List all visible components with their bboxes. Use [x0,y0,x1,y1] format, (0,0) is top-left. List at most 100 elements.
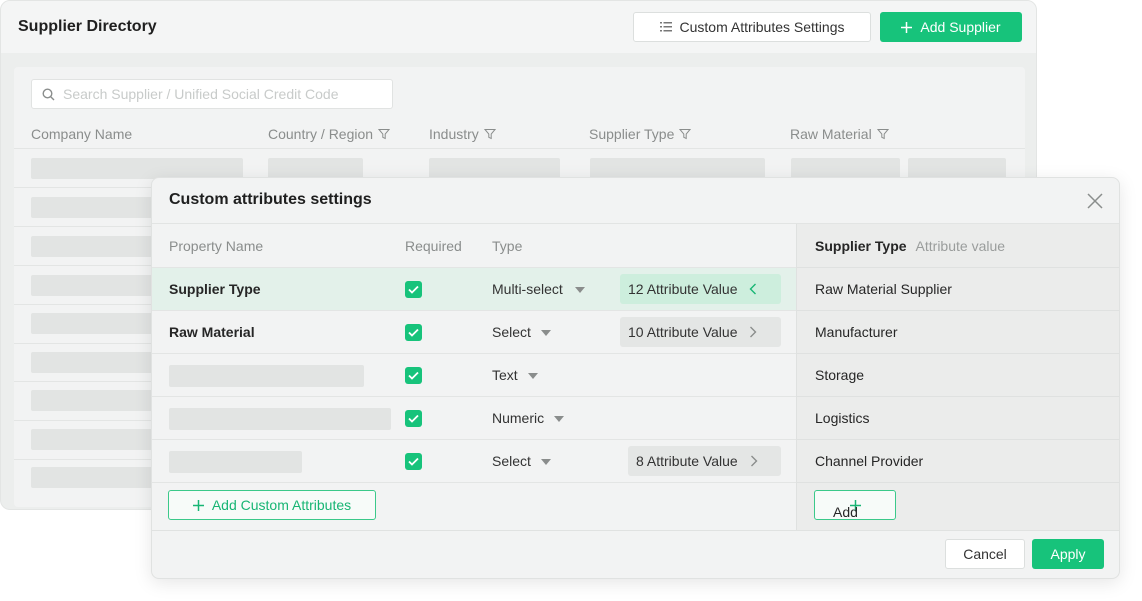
attribute-value-item[interactable]: Channel Provider [797,439,1119,482]
column-header-type: Type [492,238,523,254]
type-value: Select [492,453,531,469]
chevron-left-icon [749,283,757,295]
property-name: Raw Material [169,324,255,340]
search-input[interactable] [63,86,383,102]
chevron-right-icon [750,326,757,338]
search-icon [42,87,55,100]
column-header-supplier-type[interactable]: Supplier Type [589,126,692,142]
type-value: Multi-select [492,281,563,297]
check-icon [408,328,419,337]
attribute-value-button[interactable]: 10 Attribute Value [620,317,781,347]
skeleton-placeholder [31,197,156,218]
attribute-value-item[interactable]: Logistics [797,396,1119,439]
custom-attributes-settings-button[interactable]: Custom Attributes Settings [633,12,871,42]
attribute-value-label: Raw Material Supplier [815,281,952,297]
required-checkbox[interactable] [405,324,422,341]
skeleton-placeholder [31,313,156,334]
property-name: Supplier Type [169,281,261,297]
attribute-value-count: 12 Attribute Value [628,281,738,297]
type-select[interactable]: Numeric [492,410,565,426]
table-row[interactable]: Text [152,353,796,396]
add-row-area: Add Custom Attributes [152,482,796,530]
skeleton-placeholder [31,236,156,257]
column-header-industry[interactable]: Industry [429,126,496,142]
required-checkbox[interactable] [405,281,422,298]
skeleton-placeholder [791,158,900,179]
column-label: Company Name [31,126,133,142]
custom-attributes-settings-label: Custom Attributes Settings [679,19,845,35]
column-header-required: Required [405,238,462,254]
add-supplier-label: Add Supplier [920,19,1001,35]
required-checkbox[interactable] [405,410,422,427]
skeleton-placeholder [31,467,156,488]
add-attribute-value-button[interactable]: Add [814,490,896,520]
modal-title: Custom attributes settings [169,191,372,208]
attribute-value-count: 8 Attribute Value [636,453,738,469]
skeleton-placeholder [429,158,560,179]
caret-down-icon [554,415,565,422]
skeleton-placeholder [31,352,156,373]
skeleton-placeholder [908,158,1006,179]
cancel-button[interactable]: Cancel [945,539,1025,569]
page-title: Supplier Directory [18,18,157,35]
table-row[interactable]: Raw Material Select 10 Attribute Value [152,310,796,353]
property-name-placeholder [169,451,302,473]
column-header-company-name[interactable]: Company Name [31,126,132,142]
filter-icon[interactable] [876,128,889,140]
attribute-value-button[interactable]: 12 Attribute Value [620,274,781,304]
check-icon [408,414,419,423]
table-row[interactable]: Supplier Type Multi-select 12 Attribute … [152,267,796,310]
add-supplier-button[interactable]: Add Supplier [880,12,1022,42]
column-label: Industry [429,126,479,142]
column-label: Raw Material [790,126,872,142]
type-value: Select [492,324,531,340]
attribute-value-button[interactable]: 8 Attribute Value [628,446,781,476]
caret-down-icon [574,286,585,293]
attribute-value-item[interactable]: Raw Material Supplier [797,267,1119,310]
attribute-value-label: Channel Provider [815,453,924,469]
properties-table: Property Name Required Type Supplier Typ… [152,224,796,530]
close-icon[interactable] [1086,192,1104,210]
column-header-country-region[interactable]: Country / Region [268,126,391,142]
apply-button[interactable]: Apply [1032,539,1104,569]
attribute-value-label: Manufacturer [815,324,898,340]
filter-icon[interactable] [483,128,496,140]
attribute-value-label: Storage [815,367,865,383]
property-name-placeholder [169,365,364,387]
attribute-value-count: 10 Attribute Value [628,324,738,340]
column-header-raw-material[interactable]: Raw Material [790,126,889,142]
type-select[interactable]: Select [492,453,551,469]
caret-down-icon [527,372,538,379]
search-field[interactable] [31,79,393,109]
type-select[interactable]: Select [492,324,551,340]
plus-icon [901,21,913,33]
column-label: Country / Region [268,126,374,142]
attribute-values-header: Supplier Type Attribute value [815,238,1005,254]
filter-icon[interactable] [679,128,692,140]
type-value: Text [492,367,518,383]
divider [14,148,1025,149]
table-row[interactable]: Numeric [152,396,796,439]
caret-down-icon [540,329,551,336]
skeleton-placeholder [31,158,243,179]
plus-icon [192,499,204,511]
skeleton-placeholder [268,158,363,179]
attribute-value-item[interactable]: Storage [797,353,1119,396]
add-custom-attributes-label: Add Custom Attributes [211,497,352,513]
required-checkbox[interactable] [405,367,422,384]
attribute-values-subheading: Attribute value [915,238,1006,254]
custom-attributes-modal: Custom attributes settings Property Name… [151,177,1120,579]
required-checkbox[interactable] [405,453,422,470]
filter-icon[interactable] [378,128,391,140]
skeleton-placeholder [31,390,156,411]
column-header-property-name: Property Name [169,238,264,254]
skeleton-placeholder [31,275,156,296]
page-header: Supplier Directory Custom Attributes Set… [1,1,1036,53]
type-select[interactable]: Multi-select [492,281,585,297]
table-row[interactable]: Select 8 Attribute Value [152,439,796,482]
add-custom-attributes-button[interactable]: Add Custom Attributes [168,490,376,520]
type-value: Numeric [492,410,545,426]
property-name-placeholder [169,408,391,430]
type-select[interactable]: Text [492,367,538,383]
attribute-value-item[interactable]: Manufacturer [797,310,1119,353]
